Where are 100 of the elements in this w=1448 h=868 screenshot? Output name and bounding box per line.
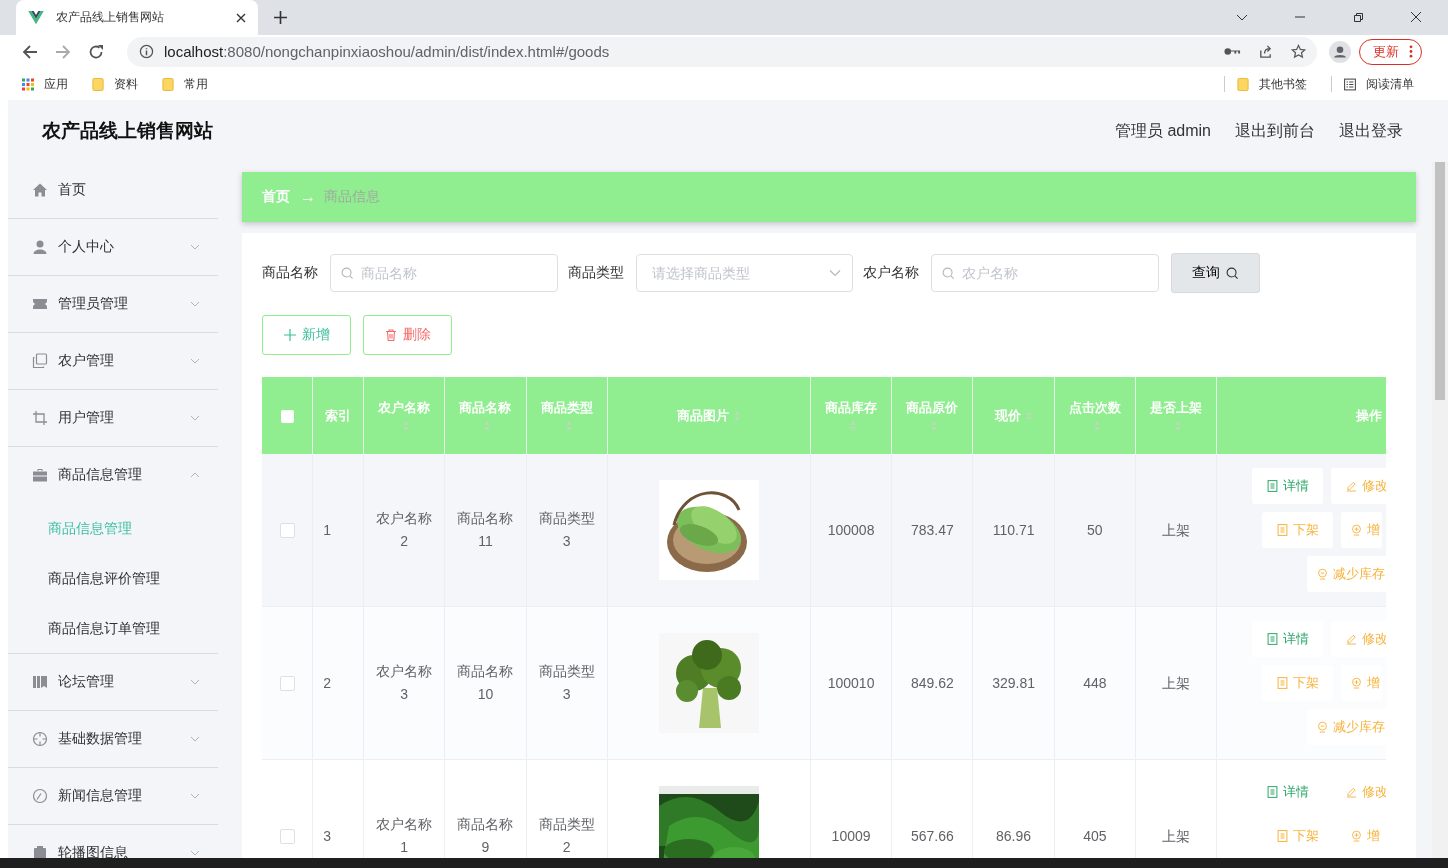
stock-button[interactable]: 减少库存: [1307, 709, 1386, 745]
ticket-icon: [32, 296, 48, 312]
header-link[interactable]: 退出登录: [1339, 120, 1403, 142]
bookmark[interactable]: 常用: [162, 75, 208, 93]
row-checkbox[interactable]: [279, 676, 295, 692]
sidebar-item[interactable]: 基础数据管理: [8, 711, 218, 767]
browser-tab[interactable]: 农产品线上销售网站: [16, 0, 258, 35]
select-all-checkbox[interactable]: [280, 410, 294, 424]
sort-icon[interactable]: [930, 419, 939, 432]
column-header: 索引: [325, 407, 352, 423]
row-checkbox[interactable]: [279, 829, 295, 845]
stock-button[interactable]: 增: [1341, 512, 1383, 548]
bookmark[interactable]: 应用: [22, 75, 68, 93]
stock-button[interactable]: 减少库存: [1307, 556, 1386, 592]
table-cell: 商品类型2: [538, 816, 595, 855]
query-button[interactable]: 查询: [1171, 253, 1260, 293]
restore-icon[interactable]: [1352, 11, 1364, 23]
pin-plus-icon: [1351, 524, 1363, 536]
apps-icon: [22, 77, 34, 91]
close-icon[interactable]: [236, 12, 246, 23]
sort-icon[interactable]: [849, 419, 858, 432]
scrollbar-thumb[interactable]: [1435, 162, 1445, 400]
table-cell: 农户名称2: [376, 510, 433, 549]
pin-minus-icon: [1317, 721, 1329, 733]
address-field[interactable]: localhost:8080/nongchanpinxiaoshou/admin/dist/index.html#/goods: [127, 36, 1317, 67]
pencil-icon: [1345, 786, 1357, 798]
sort-icon[interactable]: [1024, 410, 1033, 423]
submenu-item[interactable]: 商品信息评价管理: [8, 553, 218, 603]
bookmark[interactable]: 资料: [92, 75, 138, 93]
sort-icon[interactable]: [564, 419, 573, 432]
bookmark[interactable]: 其他书签: [1237, 75, 1307, 93]
search-field[interactable]: 商品名称: [330, 254, 558, 292]
delist-button[interactable]: 下架: [1262, 665, 1334, 701]
sort-icon[interactable]: [732, 410, 741, 423]
document-icon: [1276, 677, 1288, 689]
type-select[interactable]: 请选择商品类型: [636, 254, 853, 292]
field-label: 商品名称: [262, 264, 318, 282]
row-checkbox[interactable]: [279, 523, 295, 539]
new-tab-icon[interactable]: [274, 11, 287, 24]
star-icon[interactable]: [1290, 44, 1307, 59]
update-button[interactable]: 更新: [1359, 38, 1422, 65]
chevron-icon: [190, 472, 200, 478]
pencil-icon: [1345, 480, 1357, 492]
document-icon: [1276, 524, 1288, 536]
delist-button[interactable]: 下架: [1262, 818, 1334, 854]
sort-icon[interactable]: [1092, 419, 1101, 432]
search-field[interactable]: 农户名称: [931, 254, 1159, 292]
header-link[interactable]: 退出到前台: [1235, 120, 1315, 142]
sort-icon[interactable]: [402, 419, 411, 432]
submenu-item[interactable]: 商品信息订单管理: [8, 603, 218, 653]
sidebar-item[interactable]: 首页: [8, 162, 218, 218]
table-cell: 567.66: [910, 827, 954, 844]
breadcrumb-current: 商品信息: [324, 188, 380, 206]
crop-icon: [32, 410, 48, 426]
close-icon[interactable]: [1410, 11, 1422, 23]
delist-button[interactable]: 下架: [1262, 512, 1334, 548]
sort-icon[interactable]: [483, 419, 492, 432]
table-cell: 1: [323, 521, 332, 538]
pin-minus-icon: [1317, 568, 1329, 580]
stock-button[interactable]: 增: [1341, 665, 1383, 701]
site-title: 农产品线上销售网站: [42, 119, 213, 143]
details-button[interactable]: 详情: [1252, 468, 1324, 504]
table-cell: 3: [323, 827, 332, 844]
details-button[interactable]: 详情: [1252, 774, 1324, 810]
table-cell: 100010: [827, 674, 875, 691]
details-button[interactable]: 详情: [1252, 621, 1324, 657]
table-cell: 849.62: [910, 674, 954, 691]
sidebar-item[interactable]: 管理员管理: [8, 276, 218, 332]
stock-button[interactable]: 增: [1341, 818, 1383, 854]
chevron-icon: [829, 269, 841, 277]
table-cell: 商品名称9: [457, 816, 514, 855]
back-icon[interactable]: [22, 43, 38, 60]
gauge-icon: [32, 788, 48, 804]
search-icon: [341, 267, 354, 280]
profile-icon[interactable]: [1329, 40, 1351, 63]
add-button[interactable]: 新增: [262, 315, 351, 355]
sidebar-item[interactable]: 新闻信息管理: [8, 768, 218, 824]
sidebar-item[interactable]: 个人中心: [8, 219, 218, 275]
home-icon: [32, 182, 48, 198]
document-icon: [1266, 480, 1278, 492]
share-icon[interactable]: [1257, 44, 1274, 59]
delete-button[interactable]: 删除: [363, 315, 452, 355]
clipboard-icon: [32, 845, 48, 858]
bookmark[interactable]: 阅读清单: [1344, 75, 1414, 93]
plus-icon: [283, 329, 296, 341]
sort-icon[interactable]: [1174, 419, 1183, 432]
sidebar-item[interactable]: 论坛管理: [8, 654, 218, 710]
list-icon: [1344, 77, 1356, 91]
sidebar-item[interactable]: 用户管理: [8, 390, 218, 446]
table-cell: 405: [1083, 827, 1107, 844]
sidebar-item[interactable]: 商品信息管理: [8, 447, 218, 503]
sidebar-item[interactable]: 农户管理: [8, 333, 218, 389]
document-icon: [1266, 786, 1278, 798]
reload-icon[interactable]: [88, 43, 104, 60]
info-icon: [139, 44, 154, 59]
copy-icon: [32, 353, 48, 369]
table-cell: 2: [323, 674, 332, 691]
submenu-item[interactable]: 商品信息管理: [8, 503, 218, 553]
forward-icon[interactable]: [55, 43, 71, 60]
more-icon: [1409, 45, 1413, 58]
